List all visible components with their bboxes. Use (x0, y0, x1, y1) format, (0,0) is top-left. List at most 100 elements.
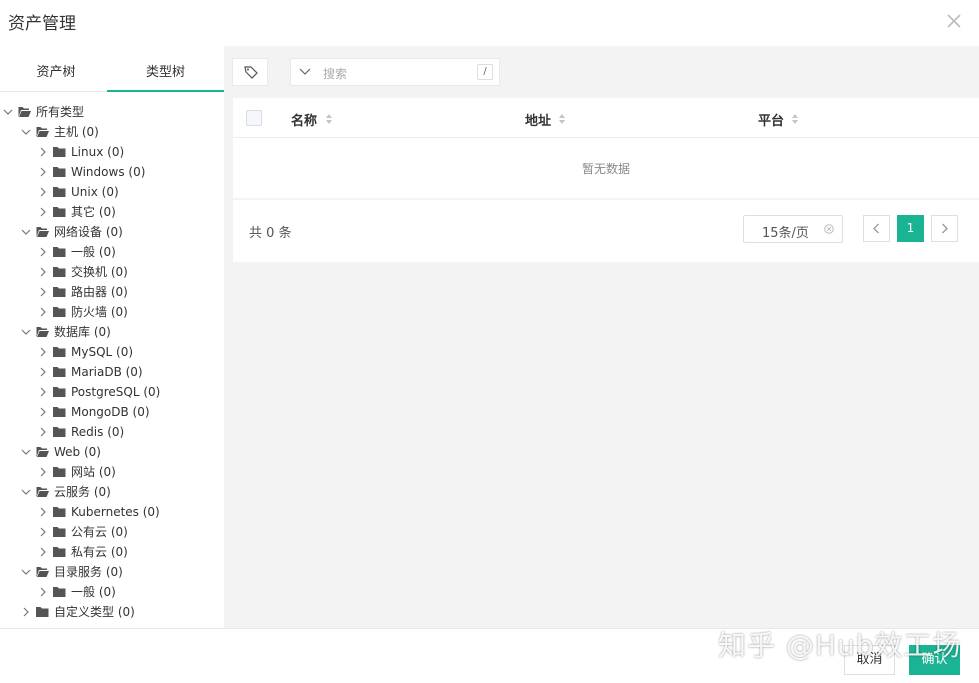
page-size-select[interactable]: 15条/页 (743, 215, 843, 243)
tree-node-label: Redis (0) (71, 425, 125, 439)
prev-page-button[interactable] (863, 215, 890, 242)
column-platform[interactable]: 平台 (758, 110, 784, 129)
tree-node-label: 私有云 (0) (71, 545, 128, 559)
dialog-title: 资产管理 (8, 14, 76, 34)
tree-node-label: 一般 (0) (71, 245, 116, 259)
tree-node-label: 所有类型 (36, 105, 85, 119)
tree-node-label: 网站 (0) (71, 465, 116, 479)
folder-open-icon (36, 227, 49, 237)
chevron-right-icon[interactable] (37, 282, 49, 302)
chevron-right-icon[interactable] (37, 342, 49, 362)
folder-icon (53, 267, 66, 277)
tree-node-label: 数据库 (0) (54, 325, 111, 339)
folder-icon (53, 407, 66, 417)
chevron-right-icon[interactable] (37, 402, 49, 422)
chevron-right-icon[interactable] (37, 142, 49, 162)
chevron-right-icon[interactable] (37, 502, 49, 522)
folder-icon (53, 187, 66, 197)
column-name[interactable]: 名称 (291, 110, 317, 129)
total-count: 共 0 条 (249, 226, 292, 241)
chevron-right-icon[interactable] (37, 422, 49, 442)
chevron-right-icon[interactable] (37, 542, 49, 562)
chevron-left-icon (873, 223, 879, 234)
chevron-down-icon[interactable] (20, 442, 32, 462)
tree-node-label: 防火墙 (0) (71, 305, 128, 319)
folder-icon (53, 427, 66, 437)
tree-node-label: MariaDB (0) (71, 365, 143, 379)
page-size-value: 15条/页 (762, 226, 809, 241)
folder-icon (53, 587, 66, 597)
chevron-right-icon[interactable] (37, 582, 49, 602)
clear-icon[interactable] (824, 224, 834, 234)
folder-icon (53, 387, 66, 397)
tree-node-label: Windows (0) (71, 165, 146, 179)
close-icon[interactable] (943, 10, 965, 32)
chevron-right-icon[interactable] (37, 262, 49, 282)
page-button-current[interactable]: 1 (897, 215, 924, 242)
chevron-down-icon[interactable] (20, 482, 32, 502)
chevron-right-icon[interactable] (20, 602, 32, 622)
chevron-right-icon[interactable] (37, 162, 49, 182)
sort-icon[interactable] (791, 113, 799, 125)
tree-node-label: 一般 (0) (71, 585, 116, 599)
folder-icon (53, 547, 66, 557)
sort-icon[interactable] (325, 113, 333, 125)
tree-node-label: Kubernetes (0) (71, 505, 160, 519)
folder-icon (53, 147, 66, 157)
tree-node-label: 交换机 (0) (71, 265, 128, 279)
folder-icon (53, 347, 66, 357)
search-placeholder: 搜索 (323, 67, 348, 81)
chevron-down-icon[interactable] (2, 102, 14, 122)
folder-icon (53, 307, 66, 317)
chevron-right-icon[interactable] (37, 182, 49, 202)
tree-node-label: 其它 (0) (71, 205, 116, 219)
empty-state: 暂无数据 (581, 162, 630, 176)
chevron-right-icon[interactable] (37, 362, 49, 382)
folder-open-icon (36, 327, 49, 337)
folder-icon (53, 527, 66, 537)
chevron-right-icon[interactable] (37, 302, 49, 322)
tree-tabs: 资产树 类型树 (0, 58, 224, 92)
chevron-down-icon[interactable] (20, 222, 32, 242)
folder-open-icon (36, 127, 49, 137)
chevron-down-icon[interactable] (20, 122, 32, 142)
tree-panel: 资产树 类型树 所有类型 主机 (0) Linux (0) Windows (0) Un… (0, 46, 224, 628)
folder-icon (53, 287, 66, 297)
tree-node-label: PostgreSQL (0) (71, 385, 161, 399)
sort-icon[interactable] (558, 113, 566, 125)
tab-asset-tree[interactable]: 资产树 (0, 58, 112, 92)
tree-node-label: 公有云 (0) (71, 525, 128, 539)
tree-node-label: MySQL (0) (71, 345, 134, 359)
folder-icon (36, 607, 49, 617)
chevron-right-icon[interactable] (37, 382, 49, 402)
select-all-checkbox[interactable] (246, 110, 262, 126)
search-shortcut-badge: / (477, 64, 493, 80)
chevron-down-icon[interactable] (299, 67, 311, 77)
chevron-right-icon[interactable] (37, 522, 49, 542)
chevron-right-icon (942, 223, 948, 234)
folder-icon (53, 247, 66, 257)
folder-open-icon (36, 487, 49, 497)
tree-node-label: 目录服务 (0) (54, 565, 123, 579)
chevron-down-icon[interactable] (20, 322, 32, 342)
tab-type-tree[interactable]: 类型树 (107, 58, 224, 92)
label-filter-button[interactable] (232, 58, 268, 86)
column-address[interactable]: 地址 (525, 110, 551, 129)
folder-open-icon (18, 107, 31, 117)
tree-node-label: Linux (0) (71, 145, 125, 159)
folder-icon (53, 207, 66, 217)
chevron-down-icon[interactable] (20, 562, 32, 582)
search-input[interactable]: 搜索 / (290, 58, 500, 86)
chevron-right-icon[interactable] (37, 462, 49, 482)
folder-icon (53, 467, 66, 477)
tree-node-label: MongoDB (0) (71, 405, 150, 419)
folder-open-icon (36, 447, 49, 457)
chevron-right-icon[interactable] (37, 202, 49, 222)
tag-icon (244, 66, 258, 79)
next-page-button[interactable] (931, 215, 958, 242)
tree-node-label: 网络设备 (0) (54, 225, 123, 239)
folder-icon (53, 367, 66, 377)
folder-icon (53, 167, 66, 177)
table-header: 名称 地址 平台 (233, 98, 979, 138)
chevron-right-icon[interactable] (37, 242, 49, 262)
